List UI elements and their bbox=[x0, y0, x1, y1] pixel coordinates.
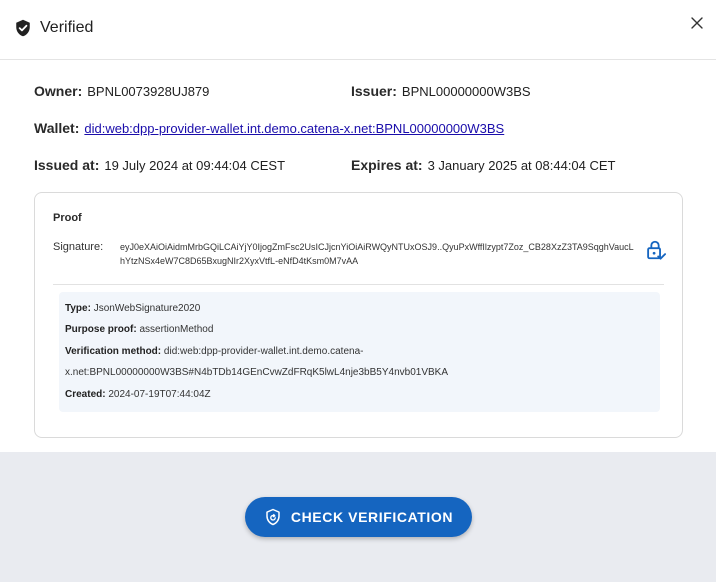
proof-method: Verification method: did:web:dpp-provide… bbox=[65, 346, 363, 357]
proof-method-value-line1: did:web:dpp-provider-wallet.int.demo.cat… bbox=[163, 346, 364, 357]
wallet-link[interactable]: did:web:dpp-provider-wallet.int.demo.cat… bbox=[84, 121, 504, 136]
issued-at-value: 19 July 2024 at 09:44:04 CEST bbox=[104, 158, 286, 173]
owner-value: BPNL0073928UJ879 bbox=[87, 84, 210, 99]
proof-type-label: Type: bbox=[65, 303, 91, 314]
expires-at-label: Expires at: bbox=[351, 157, 423, 173]
proof-method-continued: x.net:BPNL00000000W3BS#N4bTDb14GEnCvwZdF… bbox=[65, 367, 448, 378]
shield-check-icon bbox=[16, 19, 30, 37]
proof-created-label: Created: bbox=[65, 389, 106, 400]
proof-type-value: JsonWebSignature2020 bbox=[93, 303, 201, 314]
owner-label: Owner: bbox=[34, 83, 83, 99]
proof-created: Created: 2024-07-19T07:44:04Z bbox=[65, 389, 211, 400]
issuer-value: BPNL00000000W3BS bbox=[401, 84, 531, 99]
check-verification-label: CHECK VERIFICATION bbox=[290, 509, 454, 525]
dialog-footer: CHECK VERIFICATION bbox=[0, 452, 716, 582]
proof-method-label: Verification method: bbox=[65, 346, 162, 357]
issued-at-field: Issued at: 19 July 2024 at 09:44:04 CEST bbox=[34, 157, 285, 173]
owner-field: Owner: BPNL0073928UJ879 bbox=[34, 83, 209, 99]
expires-at-field: Expires at: 3 January 2025 at 08:44:04 CE… bbox=[351, 157, 616, 173]
proof-method-value-line2: x.net:BPNL00000000W3BS#N4bTDb14GEnCvwZdF… bbox=[65, 367, 449, 378]
signature-value: eyJ0eXAiOiAidmMrbGQiLCAiYjY0IjogZmFsc2Us… bbox=[120, 242, 634, 266]
close-button[interactable] bbox=[688, 14, 706, 32]
lock-check-icon[interactable] bbox=[644, 239, 666, 261]
proof-created-value: 2024-07-19T07:44:04Z bbox=[108, 389, 211, 400]
dialog-title: Verified bbox=[40, 19, 94, 36]
shield-refresh-icon bbox=[266, 508, 280, 526]
proof-divider bbox=[53, 284, 664, 285]
close-icon bbox=[691, 17, 703, 29]
check-verification-button[interactable]: CHECK VERIFICATION bbox=[245, 497, 472, 537]
proof-details: Type: JsonWebSignature2020 Purpose proof… bbox=[59, 292, 660, 412]
proof-type: Type: JsonWebSignature2020 bbox=[65, 303, 200, 314]
wallet-field: Wallet: did:web:dpp-provider-wallet.int.d… bbox=[34, 120, 504, 136]
proof-purpose-value: assertionMethod bbox=[139, 324, 214, 335]
expires-at-value: 3 January 2025 at 08:44:04 CET bbox=[427, 158, 616, 173]
proof-title: Proof bbox=[53, 212, 82, 224]
dialog-header: Verified bbox=[0, 0, 716, 60]
wallet-label: Wallet: bbox=[34, 120, 80, 136]
proof-card: Proof Signature: eyJ0eXAiOiAidmMrbGQiLCA… bbox=[34, 192, 683, 438]
proof-purpose-label: Purpose proof: bbox=[65, 324, 137, 335]
proof-purpose: Purpose proof: assertionMethod bbox=[65, 324, 213, 335]
issued-at-label: Issued at: bbox=[34, 157, 100, 173]
issuer-label: Issuer: bbox=[351, 83, 397, 99]
issuer-field: Issuer: BPNL00000000W3BS bbox=[351, 83, 531, 99]
signature-label: Signature: bbox=[53, 241, 104, 253]
